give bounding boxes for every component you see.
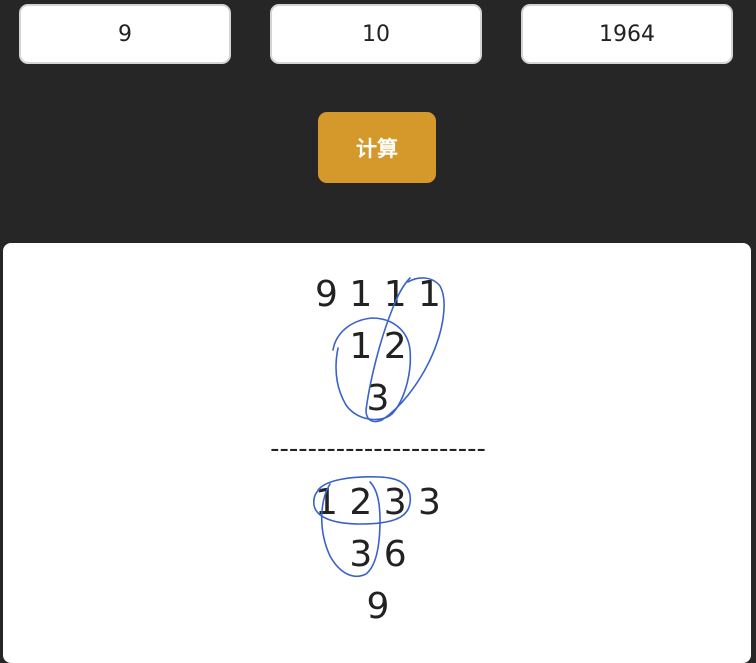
bottom-row-2: 3 6	[349, 534, 407, 575]
day-input[interactable]: 9	[19, 4, 231, 64]
bottom-row-1: 1 2 3 3	[315, 482, 441, 523]
bottom-row-3: 9	[366, 586, 390, 627]
divider-line: -----------------------	[270, 434, 486, 464]
year-input[interactable]: 1964	[521, 4, 733, 64]
top-row-3: 3	[366, 378, 390, 419]
calculate-button[interactable]: 计算	[318, 112, 436, 183]
month-input[interactable]: 10	[270, 4, 482, 64]
top-row-2: 1 2	[349, 326, 407, 367]
top-row-1: 9 1 1 1	[315, 274, 441, 315]
